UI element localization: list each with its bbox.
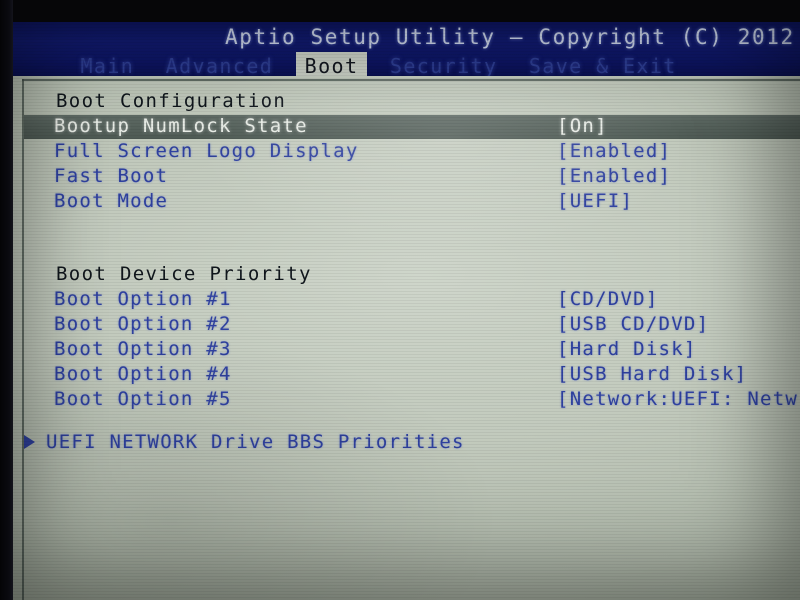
setting-row-boot-option-5[interactable]: Boot Option #5 [Network:UEFI: Netw <box>24 388 800 412</box>
setting-value[interactable]: [CD/DVD] <box>557 288 659 310</box>
menu-bar: Main Advanced Boot Security Save & Exit <box>10 52 800 76</box>
tab-save-and-exit[interactable]: Save & Exit <box>520 52 686 76</box>
setting-value[interactable]: [Enabled] <box>557 140 671 162</box>
setting-value[interactable]: [Hard Disk] <box>557 338 697 360</box>
setting-label: Boot Option #4 <box>54 363 232 385</box>
monitor-bezel-left <box>0 0 13 600</box>
setting-value[interactable]: [Network:UEFI: Netw <box>557 388 798 410</box>
setting-label: Fast Boot <box>54 165 169 187</box>
setting-label: Boot Option #1 <box>54 288 232 310</box>
setting-value[interactable]: [UEFI] <box>557 190 633 212</box>
setting-label: Bootup NumLock State <box>54 115 308 137</box>
setting-row-boot-option-1[interactable]: Boot Option #1 [CD/DVD] <box>24 288 800 312</box>
tab-advanced[interactable]: Advanced <box>157 52 283 76</box>
setting-value[interactable]: [On] <box>557 115 608 137</box>
page-title: Aptio Setup Utility – Copyright (C) 2012… <box>225 25 800 49</box>
setting-value[interactable]: [Enabled] <box>557 165 671 187</box>
setting-value[interactable]: [USB CD/DVD] <box>557 313 709 335</box>
setting-label: Full Screen Logo Display <box>54 140 359 162</box>
title-band: Aptio Setup Utility – Copyright (C) 2012… <box>10 22 800 76</box>
section-header-boot-configuration: Boot Configuration <box>24 90 800 114</box>
setting-row-fast-boot[interactable]: Fast Boot [Enabled] <box>24 165 800 189</box>
setting-row-bootup-numlock-state[interactable]: Bootup NumLock State [On] <box>24 115 800 139</box>
tab-security[interactable]: Security <box>381 52 507 76</box>
setting-row-boot-option-3[interactable]: Boot Option #3 [Hard Disk] <box>24 338 800 362</box>
monitor-bezel-top <box>0 0 800 22</box>
submenu-uefi-network-drive-bbs-priorities[interactable]: UEFI NETWORK Drive BBS Priorities <box>24 431 800 455</box>
triangle-right-icon <box>24 435 35 449</box>
bios-screen-photo: Aptio Setup Utility – Copyright (C) 2012… <box>0 0 800 600</box>
setting-row-full-screen-logo-display[interactable]: Full Screen Logo Display [Enabled] <box>24 140 800 164</box>
setting-label: Boot Option #3 <box>54 338 232 360</box>
tab-main[interactable]: Main <box>71 52 143 76</box>
setting-label: Boot Option #2 <box>54 313 232 335</box>
setting-row-boot-option-2[interactable]: Boot Option #2 [USB CD/DVD] <box>24 313 800 337</box>
setting-label: Boot Option #5 <box>54 388 232 410</box>
tab-boot[interactable]: Boot <box>295 52 368 76</box>
setting-row-boot-mode[interactable]: Boot Mode [UEFI] <box>24 190 800 214</box>
setting-label: Boot Mode <box>54 190 169 212</box>
panel-top-border <box>22 79 800 81</box>
setting-row-boot-option-4[interactable]: Boot Option #4 [USB Hard Disk] <box>24 363 800 387</box>
section-header-label: Boot Configuration <box>56 90 287 112</box>
settings-panel: Boot Configuration Bootup NumLock State … <box>13 76 800 600</box>
submenu-label: UEFI NETWORK Drive BBS Priorities <box>46 431 465 453</box>
setting-value[interactable]: [USB Hard Disk] <box>557 363 747 385</box>
section-header-label: Boot Device Priority <box>56 263 312 285</box>
section-header-boot-device-priority: Boot Device Priority <box>24 263 800 287</box>
